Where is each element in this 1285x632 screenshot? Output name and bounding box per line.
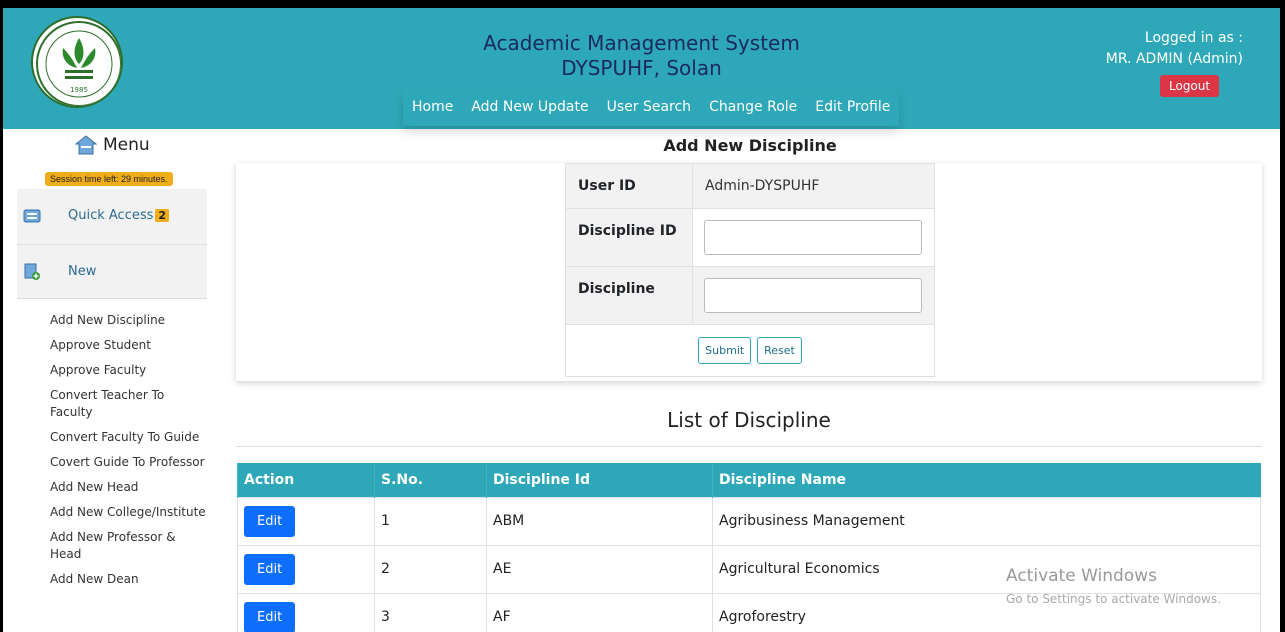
discipline-id-input[interactable] bbox=[704, 220, 922, 255]
new-item[interactable]: New bbox=[17, 245, 207, 299]
user-id-label: User ID bbox=[565, 163, 693, 209]
app-window: 1985 Academic Management System DYSPUHF,… bbox=[3, 8, 1280, 632]
cell-discipline-id: AF bbox=[486, 592, 713, 632]
activate-windows-title: Activate Windows bbox=[1006, 566, 1157, 586]
nav-user-search[interactable]: User Search bbox=[598, 90, 700, 126]
header: 1985 Academic Management System DYSPUHF,… bbox=[3, 8, 1280, 129]
quick-access-icon bbox=[23, 209, 41, 223]
edit-button[interactable]: Edit bbox=[244, 505, 296, 537]
session-timer-badge: Session time left: 29 minutes. bbox=[45, 172, 173, 186]
form-title: Add New Discipline bbox=[663, 136, 837, 155]
top-nav: Home Add New Update User Search Change R… bbox=[403, 90, 900, 126]
col-header-discipline-name: Discipline Name bbox=[712, 463, 1261, 497]
col-header-discipline-id: Discipline Id bbox=[486, 463, 713, 497]
quick-access-count-badge: 2 bbox=[155, 209, 170, 222]
svg-text:1985: 1985 bbox=[70, 86, 88, 94]
activate-windows-subtitle: Go to Settings to activate Windows. bbox=[1006, 592, 1221, 606]
logout-button[interactable]: Logout bbox=[1160, 75, 1220, 97]
nav-home[interactable]: Home bbox=[403, 90, 462, 126]
table-row: Edit 1 ABM Agribusiness Management bbox=[237, 496, 1261, 546]
menu-label: Menu bbox=[103, 135, 150, 155]
app-title: Academic Management System bbox=[483, 31, 800, 55]
quick-access-item[interactable]: Quick Access 2 bbox=[17, 189, 207, 245]
app-subtitle: DYSPUHF, Solan bbox=[561, 56, 722, 80]
new-document-icon bbox=[24, 263, 40, 280]
cell-discipline-name: Agribusiness Management bbox=[712, 496, 1261, 546]
cell-discipline-id: AE bbox=[486, 544, 713, 594]
col-header-sno: S.No. bbox=[374, 463, 487, 497]
menu-header: Menu bbox=[75, 135, 150, 155]
sidebar-links: Add New Discipline Approve Student Appro… bbox=[50, 312, 210, 596]
cell-sno: 1 bbox=[374, 496, 487, 546]
cell-sno: 2 bbox=[374, 544, 487, 594]
sidebar-link-add-new-dean[interactable]: Add New Dean bbox=[50, 571, 210, 588]
discipline-form: User ID Admin-DYSPUHF Discipline ID Disc… bbox=[565, 163, 935, 377]
nav-add-new-update[interactable]: Add New Update bbox=[462, 90, 597, 126]
sidebar-link-add-new-head[interactable]: Add New Head bbox=[50, 479, 210, 496]
sidebar-link-add-new-college[interactable]: Add New College/Institute bbox=[50, 504, 210, 521]
quick-access-label: Quick Access bbox=[68, 208, 154, 223]
nav-change-role[interactable]: Change Role bbox=[700, 90, 806, 126]
discipline-table: Action S.No. Discipline Id Discipline Na… bbox=[237, 463, 1261, 632]
discipline-label: Discipline bbox=[565, 266, 693, 325]
sidebar-link-approve-faculty[interactable]: Approve Faculty bbox=[50, 362, 210, 379]
edit-button[interactable]: Edit bbox=[244, 601, 296, 632]
discipline-input[interactable] bbox=[704, 278, 922, 313]
edit-button[interactable]: Edit bbox=[244, 553, 296, 585]
col-header-action: Action bbox=[237, 463, 375, 497]
cell-discipline-name: Agricultural Economics bbox=[712, 544, 1261, 594]
reset-button[interactable]: Reset bbox=[757, 337, 802, 364]
nav-edit-profile[interactable]: Edit Profile bbox=[806, 90, 899, 126]
logged-in-user: MR. ADMIN (Admin) bbox=[1105, 51, 1243, 67]
cell-discipline-id: ABM bbox=[486, 496, 713, 546]
cell-sno: 3 bbox=[374, 592, 487, 632]
sidebar-link-add-new-professor-head[interactable]: Add New Professor & Head bbox=[50, 529, 210, 563]
sidebar-link-approve-student[interactable]: Approve Student bbox=[50, 337, 210, 354]
sidebar-link-add-new-discipline[interactable]: Add New Discipline bbox=[50, 312, 210, 329]
list-title: List of Discipline bbox=[667, 408, 831, 432]
user-id-value: Admin-DYSPUHF bbox=[692, 163, 935, 209]
discipline-id-label: Discipline ID bbox=[565, 208, 693, 267]
submit-button[interactable]: Submit bbox=[698, 337, 752, 364]
new-label: New bbox=[68, 264, 97, 279]
sidebar-link-covert-guide-to-professor[interactable]: Covert Guide To Professor bbox=[50, 454, 210, 471]
sidebar: Menu Session time left: 29 minutes. Quic… bbox=[3, 129, 217, 632]
sidebar-link-convert-faculty-to-guide[interactable]: Convert Faculty To Guide bbox=[50, 429, 210, 446]
divider bbox=[236, 446, 1262, 447]
sidebar-link-convert-teacher-to-faculty[interactable]: Convert Teacher To Faculty bbox=[50, 387, 210, 421]
logged-in-label: Logged in as : bbox=[1144, 30, 1243, 46]
home-icon bbox=[75, 135, 97, 155]
